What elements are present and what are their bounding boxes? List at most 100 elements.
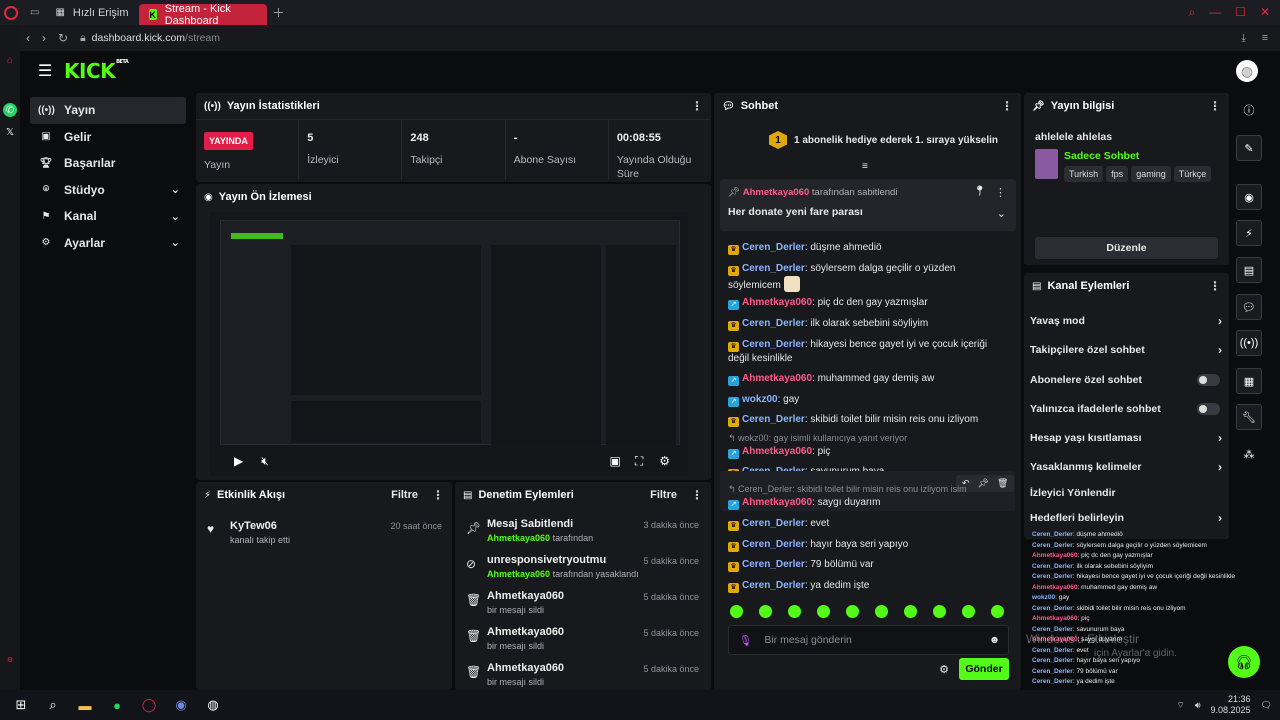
tag[interactable]: Turkish (1064, 166, 1104, 182)
pin-icon[interactable]: 📌︎ (978, 478, 989, 489)
forward-button[interactable]: › (42, 31, 46, 45)
opera-icon[interactable]: ◯ (138, 694, 160, 716)
layout-icon[interactable]: ▦ (1236, 368, 1262, 394)
nav-item-ayarlar[interactable]: ⚙ Ayarlar ⌄ (30, 230, 186, 257)
chat-message[interactable]: ♛ Ceren_Derler: ya dedim işte (728, 579, 1003, 593)
wifi-icon[interactable]: ⌔ (1176, 700, 1184, 711)
category-name[interactable]: Sadece Sohbet (1064, 150, 1139, 162)
menu-icon[interactable]: ≡ (1262, 32, 1268, 44)
volume-icon[interactable]: 🔊︎ (1195, 700, 1201, 711)
chat-message[interactable]: ♛ Ceren_Derler: evet (728, 517, 1003, 531)
nav-item-yayin[interactable]: ((•)) Yayın (30, 97, 186, 124)
notifications-icon[interactable]: 🗨︎ (1261, 700, 1272, 711)
document-icon[interactable]: ▤ (1236, 257, 1262, 283)
avatar[interactable]: ◍ (1236, 60, 1258, 82)
more-icon[interactable]: ⋮ (1001, 99, 1013, 113)
new-tab-button[interactable]: ＋ (273, 4, 285, 21)
nav-item-studyo[interactable]: ⌾ Stüdyo ⌄ (30, 177, 186, 204)
minimize-button[interactable]: — (1209, 5, 1221, 20)
chat-message[interactable]: ↗ Ahmetkaya060: piç dc den gay yazmışlar (728, 296, 1003, 310)
emote-icon[interactable] (759, 605, 772, 618)
emote-icon[interactable] (933, 605, 946, 618)
whatsapp-icon[interactable]: ✆ (3, 103, 17, 117)
nav-item-basarilar[interactable]: 🏆︎ Başarılar (30, 150, 186, 177)
action-host[interactable]: İzleyici Yönlendir (1030, 487, 1220, 499)
download-icon[interactable]: ⤓ (1241, 32, 1246, 45)
nav-item-kanal[interactable]: ⚑ Kanal ⌄ (30, 203, 186, 230)
trash-icon[interactable]: 🗑︎ (997, 478, 1008, 489)
chat-message[interactable]: ↗ wokz00: gay (728, 393, 1003, 407)
obs-icon[interactable]: ◍ (202, 694, 224, 716)
chat-message[interactable]: ↗ Ahmetkaya060: saygı duyarım (728, 496, 1003, 510)
filter-button[interactable]: Filtre (650, 489, 677, 501)
hamburger-menu-icon[interactable]: ☰ (38, 61, 52, 81)
edit-button[interactable]: Düzenle (1035, 237, 1218, 259)
more-icon[interactable]: ⋮ (1209, 99, 1221, 113)
tag[interactable]: gaming (1131, 166, 1171, 182)
chat-message[interactable]: ♛ Ceren_Derler: söylersem dalga geçilir o… (728, 262, 1003, 293)
discord-icon[interactable]: ◉ (170, 694, 192, 716)
unpin-icon[interactable]: 📍︎ (973, 186, 986, 197)
nav-item-gelir[interactable]: ▣ Gelir (30, 124, 186, 151)
emote-icon[interactable] (991, 605, 1004, 618)
chat-message[interactable]: ♛ Ceren_Derler: hayır baya seri yapıyo (728, 538, 1003, 552)
gift-sub-banner[interactable]: 1 1 abonelik hediye ederek 1. sıraya yük… (769, 131, 998, 149)
info-icon[interactable]: ⓘ (1236, 97, 1262, 123)
kick-logo[interactable]: KICKBETA (64, 59, 129, 83)
clock[interactable]: 21:36 9.08.2025 (1211, 694, 1251, 716)
camera-icon[interactable]: ◉ (1236, 184, 1262, 210)
chat-message[interactable]: ♛ Ceren_Derler: hikayesi bence gayet iyi … (728, 338, 1003, 366)
emote-icon[interactable] (730, 605, 743, 618)
chat-input[interactable]: 🎙︎ Bir mesaj gönderin ☻ (728, 625, 1009, 655)
spotify-icon[interactable]: ● (106, 694, 128, 716)
emote-icon[interactable] (788, 605, 801, 618)
chat-message[interactable]: ♛ Ceren_Derler: 79 bölümü var (728, 558, 1003, 572)
chat-message[interactable]: ♛ Ceren_Derler: ilk olarak sebebini söyli… (728, 317, 1003, 331)
chat-message[interactable]: ♛ Ceren_Derler: düşme ahmediö (728, 241, 1003, 255)
action-followers-only[interactable]: Takipçilere özel sohbet › (1030, 343, 1222, 357)
tag[interactable]: Türkçe (1173, 166, 1212, 182)
subscribers-only-toggle[interactable] (1197, 374, 1220, 386)
tab-kick-dashboard[interactable]: K Stream - Kick Dashboard (138, 3, 267, 27)
emote-only-toggle[interactable] (1197, 403, 1220, 415)
more-icon[interactable]: ⋮ (691, 488, 703, 502)
chat-icon[interactable]: 💬︎ (1236, 294, 1262, 320)
tag[interactable]: fps (1106, 166, 1129, 182)
emote-icon[interactable] (875, 605, 888, 618)
search-icon[interactable]: ⌕ (1188, 5, 1195, 20)
opera-home-icon[interactable]: ⌂ (3, 53, 17, 67)
tab-quick-access[interactable]: ▦ Hızlı Erişim (45, 0, 138, 25)
fullscreen-icon[interactable]: ⛶ (635, 454, 643, 469)
pinned-message[interactable]: 📌︎ Ahmetkaya060 tarafından sabitlendi He… (720, 179, 1016, 231)
emote-icon[interactable] (962, 605, 975, 618)
edit-icon[interactable]: ✎ (1236, 135, 1262, 161)
apps-icon[interactable]: ⁂ (1236, 441, 1262, 467)
more-icon[interactable]: ⋮ (995, 186, 1006, 199)
file-explorer-icon[interactable]: ▬ (74, 694, 96, 716)
send-button[interactable]: Gönder (959, 658, 1009, 680)
emoji-icon[interactable]: ☻ (989, 634, 1000, 646)
action-set-goals[interactable]: Hedefleri belirleyin › (1030, 511, 1222, 525)
more-icon[interactable]: ⋮ (691, 99, 703, 113)
filter-button[interactable]: Filtre (391, 489, 418, 501)
wrench-icon[interactable]: 🔧︎ (1236, 404, 1262, 430)
emote-icon[interactable] (904, 605, 917, 618)
mic-icon[interactable]: 🎙︎ (739, 634, 752, 647)
more-icon[interactable]: ⋮ (1209, 279, 1221, 293)
opera-logo-icon[interactable] (4, 5, 18, 20)
collapse-icon[interactable]: ≡ (862, 161, 868, 172)
url-field[interactable]: dashboard.kick.com/stream (92, 32, 220, 44)
bolt-icon[interactable]: ⚡︎ (1236, 220, 1262, 246)
mute-icon[interactable]: 🔇︎ (261, 454, 269, 469)
emote-icon[interactable] (846, 605, 859, 618)
play-icon[interactable]: ▶ (234, 454, 243, 468)
chat-message[interactable]: ♛ Ceren_Derler: skibidi toilet bilir misi… (728, 413, 1003, 427)
support-button[interactable]: 🎧︎ (1228, 646, 1260, 678)
windows-start-icon[interactable]: ⊞ (10, 694, 32, 716)
maximize-button[interactable]: ☐ (1235, 5, 1246, 20)
broadcast-icon[interactable]: ((•)) (1236, 330, 1262, 356)
stream-preview-video[interactable]: ▶ 🔇︎ ▣ ⛶ ⚙ (210, 212, 688, 476)
settings-icon[interactable]: ⚙ (3, 653, 17, 667)
x-icon[interactable]: 𝕏 (3, 125, 17, 139)
workspace-icon[interactable]: ▭ (30, 7, 39, 18)
